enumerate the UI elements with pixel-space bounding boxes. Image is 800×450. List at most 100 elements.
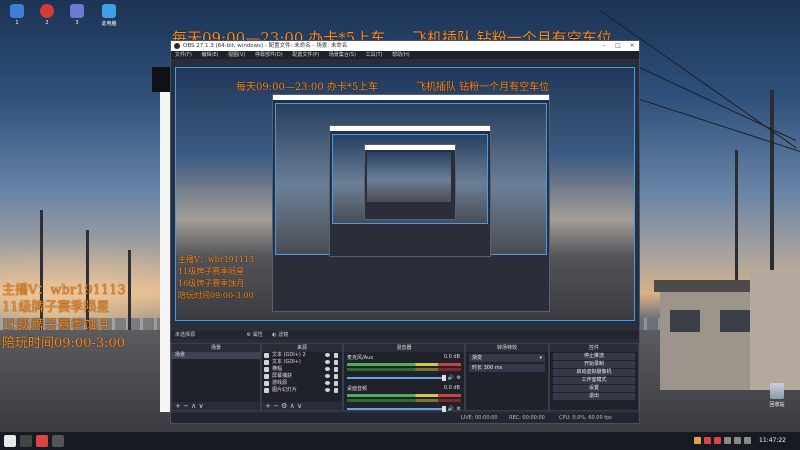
preview-canvas[interactable]: 每天09:00—23:00 办卡*5上车 飞机插队 钻粉一个月有空车位 主播V：…: [175, 67, 635, 321]
volume-meter: [347, 363, 461, 366]
minimize-button[interactable]: –: [597, 41, 611, 51]
tray-icon[interactable]: [694, 437, 701, 444]
channel-name: 桌面音频: [347, 386, 368, 392]
menu-edit[interactable]: 编辑(E): [201, 52, 218, 58]
nested-obs-window: [364, 144, 456, 220]
live-status: LIVE: 00:00:00: [461, 415, 498, 421]
taskbar-app-icon[interactable]: [36, 435, 48, 447]
window-title: OBS 27.1.3 (64-bit, windows) - 配置文件: 未命名…: [183, 43, 348, 49]
scenes-panel: 场景 场景 + − ∧ ∨: [171, 343, 261, 411]
computer-icon: [102, 4, 116, 18]
desktop-icon-3[interactable]: 3: [64, 4, 90, 26]
recycle-bin[interactable]: 回收站: [762, 383, 792, 408]
controls-panel: 控件 停止推流 开始录制 启动虚拟摄像机 工作室模式 设置 退出: [549, 343, 639, 411]
transitions-title: 转场特效: [466, 344, 548, 352]
app-icon: [40, 4, 54, 18]
menu-profile[interactable]: 配置文件(P): [292, 52, 319, 58]
eye-icon[interactable]: [325, 388, 330, 392]
filter-icon[interactable]: ◐: [272, 332, 276, 338]
mixer-title: 混音器: [344, 344, 464, 352]
eye-icon[interactable]: [325, 360, 330, 364]
speaker-icon[interactable]: 🔊: [448, 375, 454, 381]
menu-help[interactable]: 帮助(H): [392, 52, 410, 58]
scene-item[interactable]: 场景: [172, 352, 260, 359]
menu-tools[interactable]: 工具(T): [366, 52, 383, 58]
scenes-title: 场景: [172, 344, 260, 352]
gear-icon[interactable]: ⚙: [457, 406, 461, 412]
overlay-side-line: 陪玩时间09:00-3:00: [2, 336, 126, 351]
overlay-side-line: 11级牌子赛季陨星: [2, 300, 110, 315]
desktop-icon-1[interactable]: 1: [4, 4, 30, 26]
menu-docks[interactable]: 停靠部件(D): [255, 52, 283, 58]
eye-icon[interactable]: [325, 367, 330, 371]
overlay-side-line: 16级牌子赛季蚀月: [2, 318, 110, 333]
source-item[interactable]: 文本 (GDI+): [262, 359, 342, 366]
close-button[interactable]: ×: [625, 41, 639, 51]
tray-icon[interactable]: [704, 437, 711, 444]
start-recording-button[interactable]: 开始录制: [553, 361, 635, 368]
monitor-icon: [264, 374, 269, 379]
clock[interactable]: 11:47:22: [759, 437, 786, 444]
sources-footer[interactable]: + − ⚙ ∧ ∨: [262, 402, 342, 410]
lock-icon[interactable]: [334, 374, 338, 379]
source-item[interactable]: 横幅: [262, 366, 342, 373]
channel-level: 0.0 dB: [443, 354, 460, 360]
status-bar: LIVE: 00:00:00 REC: 00:00:00 CPU: 0.0%, …: [171, 413, 639, 423]
speaker-icon[interactable]: 🔊: [448, 406, 454, 412]
studio-mode-button[interactable]: 工作室模式: [553, 377, 635, 384]
properties-button[interactable]: 属性: [253, 332, 263, 338]
lock-icon[interactable]: [334, 381, 338, 386]
eye-icon[interactable]: [325, 381, 330, 385]
task-view-icon[interactable]: [20, 435, 32, 447]
chevron-down-icon: ▾: [539, 355, 542, 361]
transition-select[interactable]: 渐变 ▾: [469, 354, 545, 362]
network-icon[interactable]: [724, 437, 731, 444]
volume-meter: [347, 394, 461, 397]
overlay-side-line: 主播V：wbr191113: [2, 283, 126, 298]
mixer-panel: 混音器 麦克风/Aux 0.0 dB 🔊 ⚙ 桌面音频 0.0 dB 🔊 ⚙: [343, 343, 465, 414]
exit-button[interactable]: 退出: [553, 393, 635, 400]
eye-icon[interactable]: [325, 374, 330, 378]
menu-scene-collection[interactable]: 场景集合(S): [329, 52, 356, 58]
tray-icon[interactable]: [714, 437, 721, 444]
nested-obs-window: [272, 94, 550, 312]
eye-icon[interactable]: [325, 353, 330, 357]
start-virtual-camera-button[interactable]: 启动虚拟摄像机: [553, 369, 635, 376]
text-icon: [264, 353, 269, 358]
lock-icon[interactable]: [334, 367, 338, 372]
stop-streaming-button[interactable]: 停止推流: [553, 353, 635, 360]
image-icon: [264, 367, 269, 372]
scenes-footer[interactable]: + − ∧ ∨: [172, 402, 260, 410]
windows-start-icon[interactable]: [4, 435, 16, 447]
gear-icon[interactable]: ⚙: [457, 375, 461, 381]
volume-slider[interactable]: [347, 406, 446, 412]
source-item[interactable]: 文本 (GDI+) 2: [262, 352, 342, 359]
lock-icon[interactable]: [334, 388, 338, 393]
duration-field[interactable]: 时长 300 ms: [469, 364, 545, 372]
source-item[interactable]: 图片幻灯片: [262, 387, 342, 394]
rec-status: REC: 00:00:00: [509, 415, 545, 421]
lock-icon[interactable]: [334, 353, 338, 358]
maximize-button[interactable]: □: [611, 41, 625, 51]
mixer-channel-mic: 桌面音频 0.0 dB 🔊 ⚙: [344, 383, 464, 414]
source-item[interactable]: 屏幕捕获: [262, 373, 342, 380]
filters-button[interactable]: 滤镜: [278, 332, 288, 338]
menu-view[interactable]: 视图(V): [228, 52, 245, 58]
source-item[interactable]: 游戏源: [262, 380, 342, 387]
input-method-icon[interactable]: [744, 437, 751, 444]
gear-icon[interactable]: ⚙: [247, 332, 251, 338]
lock-icon[interactable]: [334, 360, 338, 365]
menu-file[interactable]: 文件(F): [175, 52, 192, 58]
nested-overlay-side-line: 主播V：wbr191113: [178, 255, 255, 264]
volume-icon[interactable]: [734, 437, 741, 444]
settings-button[interactable]: 设置: [553, 385, 635, 392]
street-lamp: [128, 250, 131, 330]
desktop-icon-2[interactable]: 2: [34, 4, 60, 26]
mixer-channel-desktop: 麦克风/Aux 0.0 dB 🔊 ⚙: [344, 352, 464, 383]
obs-taskbar-icon[interactable]: [52, 435, 64, 447]
volume-slider[interactable]: [347, 375, 446, 381]
recycle-bin-icon: [770, 383, 784, 399]
desktop-icon-this-pc[interactable]: 此电脑: [96, 4, 122, 27]
transitions-panel: 转场特效 渐变 ▾ 时长 300 ms: [465, 343, 549, 411]
obs-title-bar[interactable]: OBS 27.1.3 (64-bit, windows) - 配置文件: 未命名…: [171, 41, 639, 51]
